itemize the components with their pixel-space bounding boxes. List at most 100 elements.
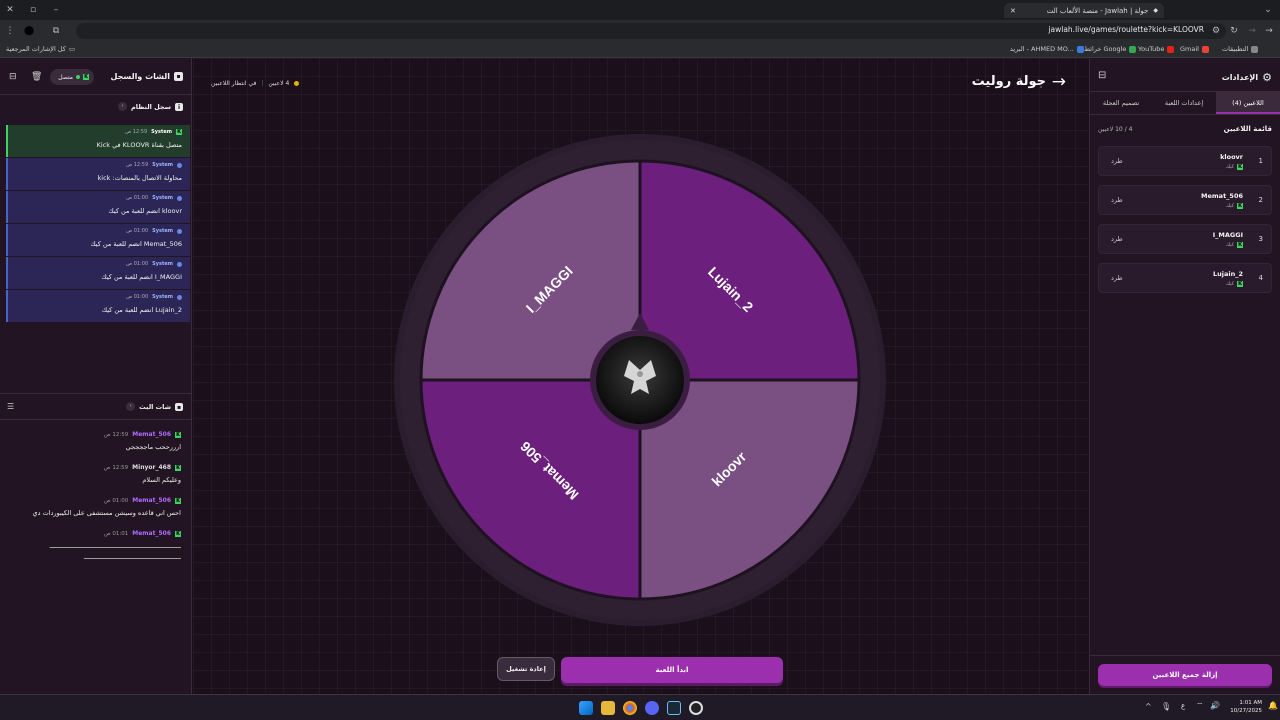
bookmark-mail[interactable]: البريد - AHMED MO...: [1010, 45, 1084, 53]
kick-player-button[interactable]: طرد: [1111, 157, 1123, 165]
chat-username[interactable]: Minyor_468: [132, 464, 171, 471]
chrome-icon[interactable]: [623, 701, 637, 715]
roulette-wheel[interactable]: Lujain_2kloovrMemat_506I_MAGGI: [193, 58, 1088, 694]
site-info-icon[interactable]: ⚙: [1210, 25, 1222, 37]
maximize-icon[interactable]: ▫: [27, 4, 39, 16]
all-bookmarks-folder[interactable]: كل الإشارات المرجعية ▭: [6, 45, 75, 53]
bookmark-youtube[interactable]: YouTube: [1138, 45, 1175, 53]
live-chat-header[interactable]: ▪ شات البث ›: [126, 402, 183, 411]
close-tab-icon[interactable]: ✕: [1010, 7, 1016, 15]
log-entry: System 12:59 ص محاولة الاتصال بالمنصات: k…: [6, 158, 190, 190]
player-name: Memat_506: [1201, 192, 1243, 200]
chat-username[interactable]: Memat_506: [132, 497, 171, 504]
kick-player-button[interactable]: طرد: [1111, 196, 1123, 204]
collapse-panel-icon[interactable]: ⊟: [1098, 70, 1106, 81]
volume-icon[interactable]: 🔊: [1210, 701, 1220, 710]
windows-start-icon[interactable]: [579, 701, 593, 715]
log-message: kloovr انضم للعبة من كيك: [108, 207, 182, 215]
chat-icon: ▪: [174, 72, 183, 81]
divider: [0, 393, 191, 394]
reload-icon[interactable]: ↻: [1228, 25, 1240, 37]
trash-icon[interactable]: 🗑: [31, 72, 42, 82]
close-window-icon[interactable]: ✕: [4, 4, 16, 16]
log-source: System: [152, 162, 173, 168]
profile-avatar[interactable]: ⬤: [23, 25, 35, 37]
player-platform: كيك: [1225, 281, 1234, 287]
site-favicon-icon: ◆: [1153, 7, 1158, 14]
kick-player-button[interactable]: طرد: [1111, 274, 1123, 282]
minimize-icon[interactable]: –: [50, 4, 62, 16]
player-number: 1: [1258, 157, 1263, 165]
chat-username[interactable]: Memat_506: [132, 431, 171, 438]
input-language[interactable]: ع: [1181, 702, 1185, 710]
notification-icon[interactable]: 🔔: [1268, 701, 1278, 710]
browser-tab-active[interactable]: ◆ جولة | Jawlah - منصة الألعاب الت ✕: [1004, 3, 1164, 18]
player-number: 2: [1258, 196, 1263, 204]
microphone-icon[interactable]: 🎙: [1161, 702, 1171, 711]
remove-all-players-button[interactable]: إزالة جميع اللاعبين: [1098, 664, 1272, 686]
clock[interactable]: 1:01 AM 10/27/2025: [1228, 699, 1262, 715]
wifi-icon[interactable]: ⌔: [1196, 701, 1204, 711]
address-bar[interactable]: jawlah.live/games/roulette?kick=KLOOVR ⚙: [76, 23, 1226, 39]
bookmark-gmail[interactable]: Gmail: [1180, 45, 1209, 53]
chevron-icon: ›: [126, 402, 136, 411]
players-list-title: قائمة اللاعبين: [1223, 125, 1272, 133]
obs-icon[interactable]: [689, 701, 703, 715]
tab-wheel-design[interactable]: تصميم العجلة: [1090, 92, 1152, 114]
restart-button[interactable]: إعادة تشغيل: [497, 657, 555, 681]
tray-chevron-icon[interactable]: ^: [1145, 702, 1152, 711]
divider: [0, 94, 191, 95]
extensions-icon[interactable]: ⧉: [50, 25, 62, 37]
chat-panel-title: الشات والسجل: [110, 72, 170, 81]
collapse-panel-icon[interactable]: ⊟: [9, 72, 17, 82]
chat-username[interactable]: Memat_506: [132, 530, 171, 537]
player-platform: كيك: [1225, 242, 1234, 248]
log-time: 12:59 ص: [126, 162, 149, 168]
bookmark-maps[interactable]: خرائط Google: [1084, 45, 1137, 53]
log-message: Lujain_2 انضم للعبة من كيك: [101, 306, 182, 314]
chat-text: احس اني قاعده وسيشن مستشفى على الكيبوردا…: [32, 509, 181, 517]
player-platform: كيك: [1225, 164, 1234, 170]
bookmark-apps[interactable]: التطبيقات: [1222, 45, 1259, 53]
player-name: I_MAGGI: [1212, 231, 1243, 239]
bookmark-label: خرائط Google: [1084, 45, 1127, 53]
info-icon: [177, 261, 182, 267]
log-source: System: [152, 294, 173, 300]
tab-game-settings[interactable]: إعدادات اللعبة: [1152, 92, 1216, 114]
start-game-button[interactable]: ابدأ اللعبة: [561, 657, 783, 683]
system-log-header[interactable]: i سجل النظام ›: [118, 102, 183, 111]
bookmark-label: التطبيقات: [1222, 45, 1249, 53]
log-entry: K System 12:59 ص متصل بقناة KLOOVR في Kick: [6, 125, 190, 157]
log-time: 01:00 ص: [126, 294, 149, 300]
player-card: 1 kloovr K كيك طرد: [1098, 146, 1272, 176]
settings-title: الإعدادات: [1221, 73, 1259, 82]
back-icon[interactable]: →: [1263, 25, 1275, 37]
discord-icon[interactable]: [645, 701, 659, 715]
chat-text: ــــــــــــــــــــــــــــــــــــــــ…: [83, 553, 181, 561]
menu-icon[interactable]: ⋮: [4, 25, 16, 37]
browser-toolbar: ⋮ ⬤ ⧉ ☆ jawlah.live/games/roulette?kick=…: [0, 20, 1280, 42]
kick-icon: K: [1237, 203, 1243, 209]
chat-time: 01:00 ص: [104, 497, 129, 504]
tab-search-icon[interactable]: ⌄: [1262, 4, 1274, 16]
player-number: 4: [1258, 274, 1263, 282]
log-source: System: [152, 261, 173, 267]
info-icon: [177, 294, 182, 300]
divider: [1090, 655, 1280, 656]
kick-icon: K: [1237, 242, 1243, 248]
chat-filter-icon[interactable]: ☰: [7, 402, 14, 411]
kick-icon: K: [175, 431, 181, 438]
player-platform: كيك: [1225, 203, 1234, 209]
clock-time: 1:01 AM: [1239, 700, 1262, 706]
file-explorer-icon[interactable]: [601, 701, 615, 715]
bookmarks-bar: كل الإشارات المرجعية ▭ البريد - AHMED MO.…: [0, 42, 1280, 58]
chat-log-panel: ▪ الشات والسجل K متصل 🗑 ⊟ i سجل النظام ›…: [0, 58, 192, 694]
forward-icon[interactable]: →: [1246, 25, 1258, 37]
players-count: 4 / 10 لاعبين: [1098, 126, 1133, 133]
tab-players[interactable]: اللاعبين (4): [1216, 92, 1280, 114]
chevron-icon: ›: [118, 102, 127, 111]
apps-grid-icon: [1251, 45, 1259, 53]
chat-bubble-icon: ▪: [175, 402, 183, 411]
kick-player-button[interactable]: طرد: [1111, 235, 1123, 243]
steam-icon[interactable]: [667, 701, 681, 715]
